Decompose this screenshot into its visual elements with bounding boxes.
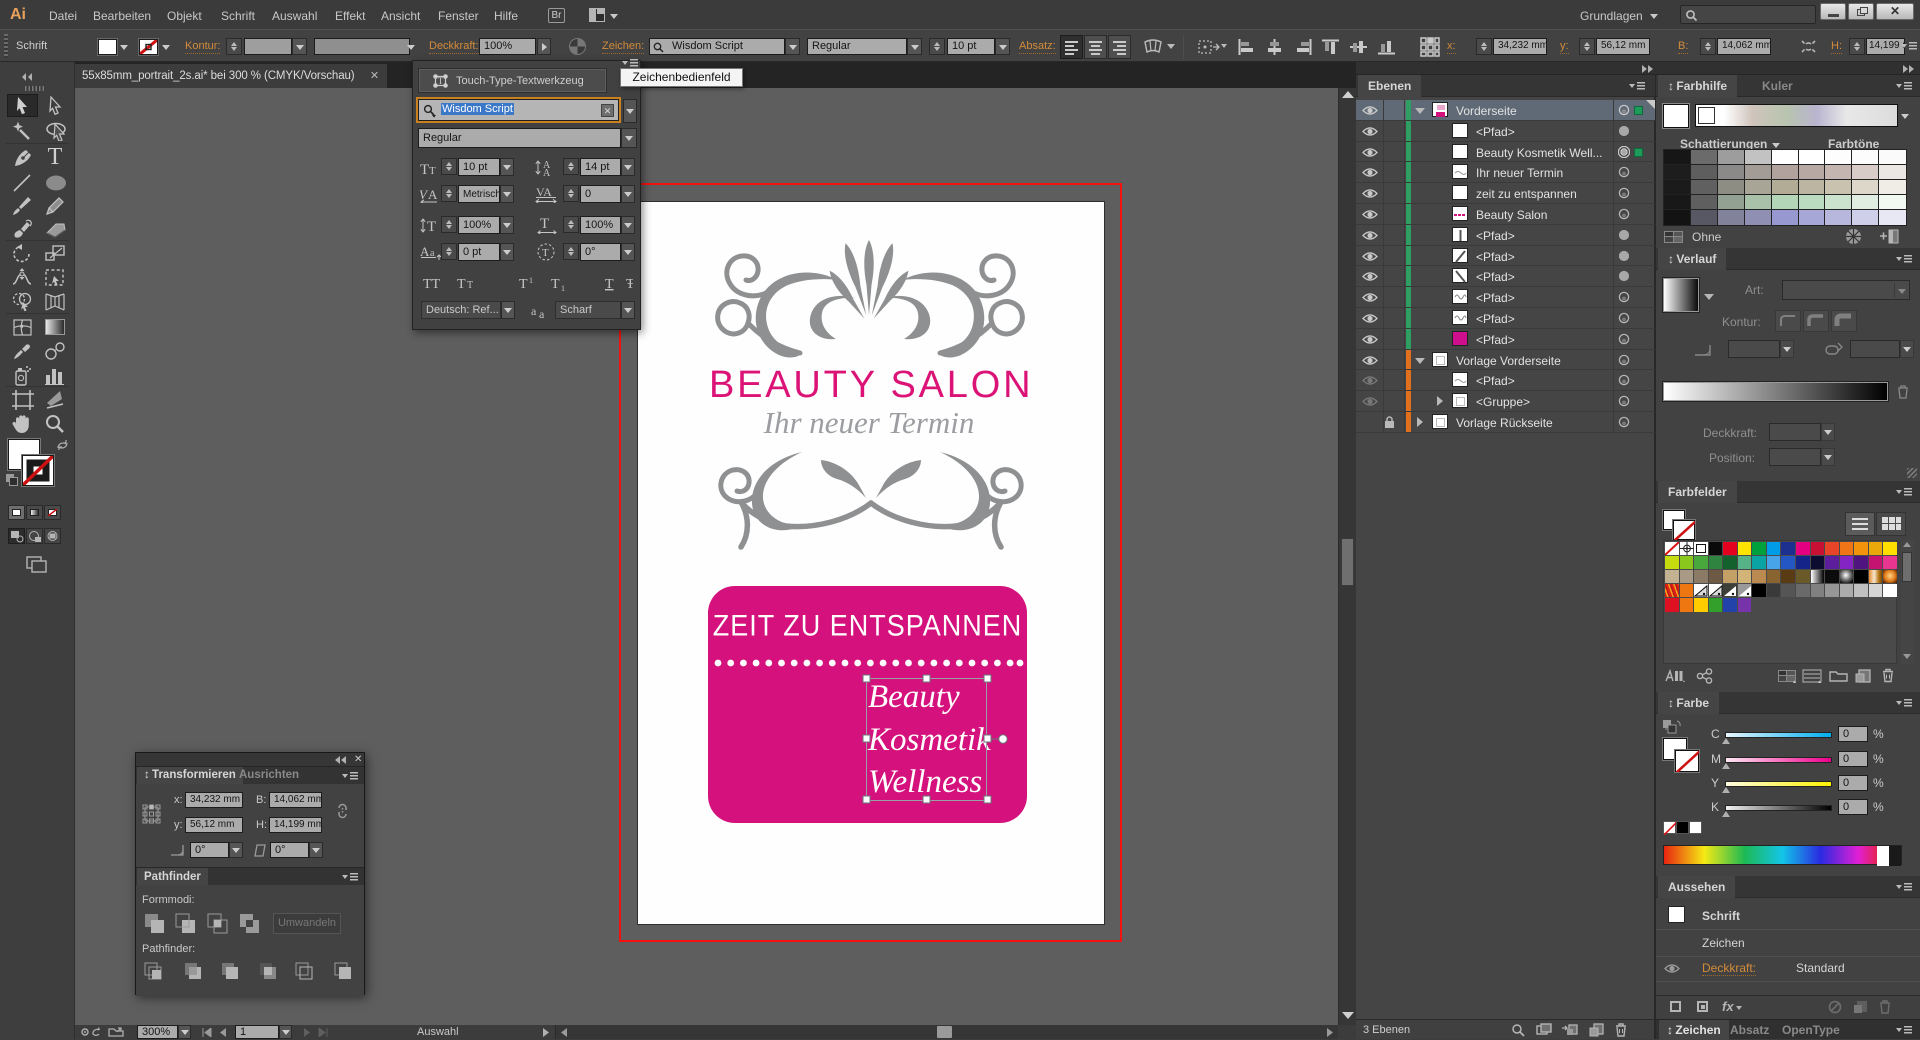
svg-text:T: T bbox=[420, 162, 429, 176]
svg-text:T: T bbox=[519, 277, 528, 292]
svg-text:T: T bbox=[467, 280, 473, 291]
svg-text:1: 1 bbox=[561, 284, 565, 292]
svg-text:A: A bbox=[543, 168, 551, 176]
svg-text:TT: TT bbox=[423, 277, 441, 292]
svg-text:A: A bbox=[420, 244, 430, 259]
svg-text:a: a bbox=[539, 307, 545, 318]
svg-text:T: T bbox=[540, 216, 549, 232]
svg-text:Ŧ: Ŧ bbox=[626, 277, 633, 292]
svg-text:a: a bbox=[531, 304, 537, 318]
svg-text:T: T bbox=[438, 76, 444, 86]
svg-text:T: T bbox=[605, 277, 614, 292]
svg-text:T: T bbox=[551, 277, 560, 292]
svg-text:T: T bbox=[427, 219, 436, 234]
svg-text:T: T bbox=[429, 165, 436, 176]
svg-text:A: A bbox=[428, 187, 438, 202]
svg-text:1: 1 bbox=[529, 276, 533, 285]
svg-text:VA: VA bbox=[536, 185, 552, 199]
svg-text:T: T bbox=[542, 247, 549, 259]
svg-text:T: T bbox=[457, 277, 466, 292]
